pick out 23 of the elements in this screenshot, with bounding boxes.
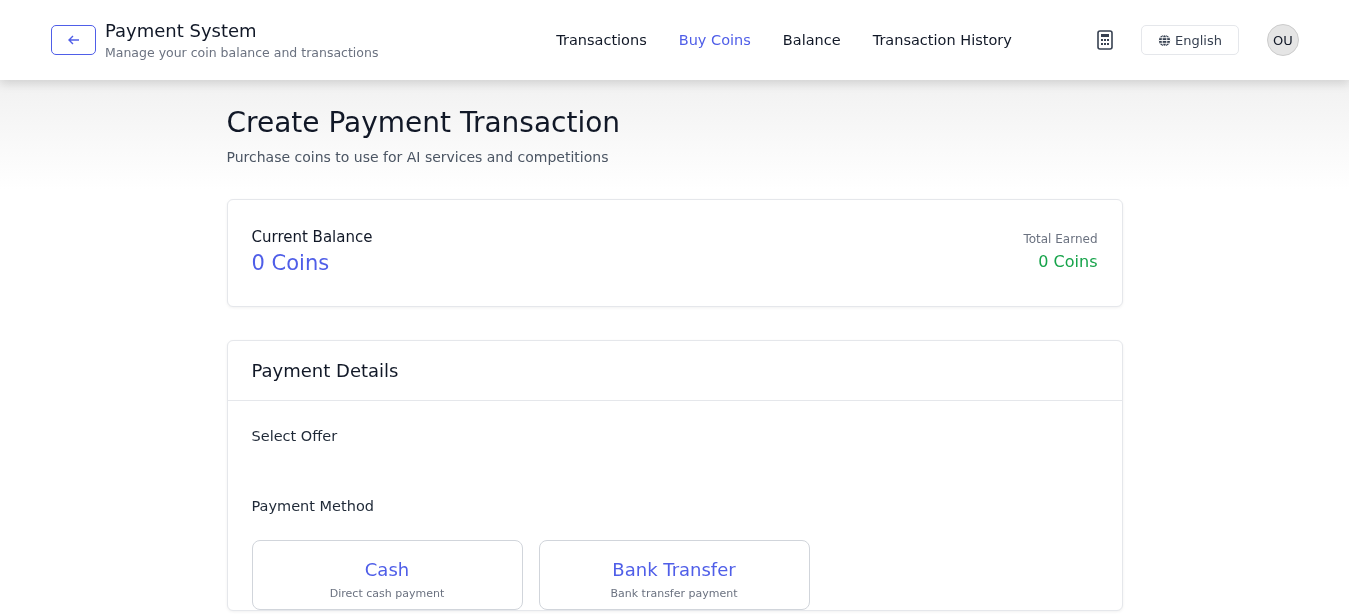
nav-link[interactable]: Balance: [782, 32, 841, 48]
app-subtitle: Manage your coin balance and transactions: [105, 45, 379, 60]
offer-label: Select Offer: [251, 428, 339, 444]
payment-method-option[interactable]: Bank Transfer Bank transfer payment: [538, 540, 810, 610]
app-title: Payment System: [105, 20, 258, 41]
nav-link[interactable]: Buy Coins: [678, 32, 751, 48]
balance-value: 0 Coins: [251, 251, 331, 275]
balance-label: Current Balance: [251, 228, 373, 246]
calculator-icon[interactable]: [1097, 30, 1114, 50]
earned-label: Total Earned: [1023, 232, 1098, 246]
nav-link[interactable]: Transaction History: [872, 32, 1012, 48]
nav-link[interactable]: Transactions: [556, 32, 647, 48]
user-avatar[interactable]: OU: [1267, 24, 1299, 56]
card-title: Payment Details: [227, 341, 1122, 401]
page-subtitle: Purchase coins to use for AI services and competitions: [226, 149, 610, 165]
method-label: Payment Method: [251, 498, 375, 514]
back-button[interactable]: [51, 25, 96, 55]
language-button[interactable]: English: [1141, 25, 1239, 55]
earned-value: 0 Coins: [1037, 252, 1098, 271]
page-title: Create Payment Transaction: [226, 106, 622, 139]
payment-method-option[interactable]: Cash Direct cash payment: [251, 540, 523, 610]
globe-icon: [1158, 33, 1172, 47]
back-arrow-icon: [67, 35, 80, 45]
